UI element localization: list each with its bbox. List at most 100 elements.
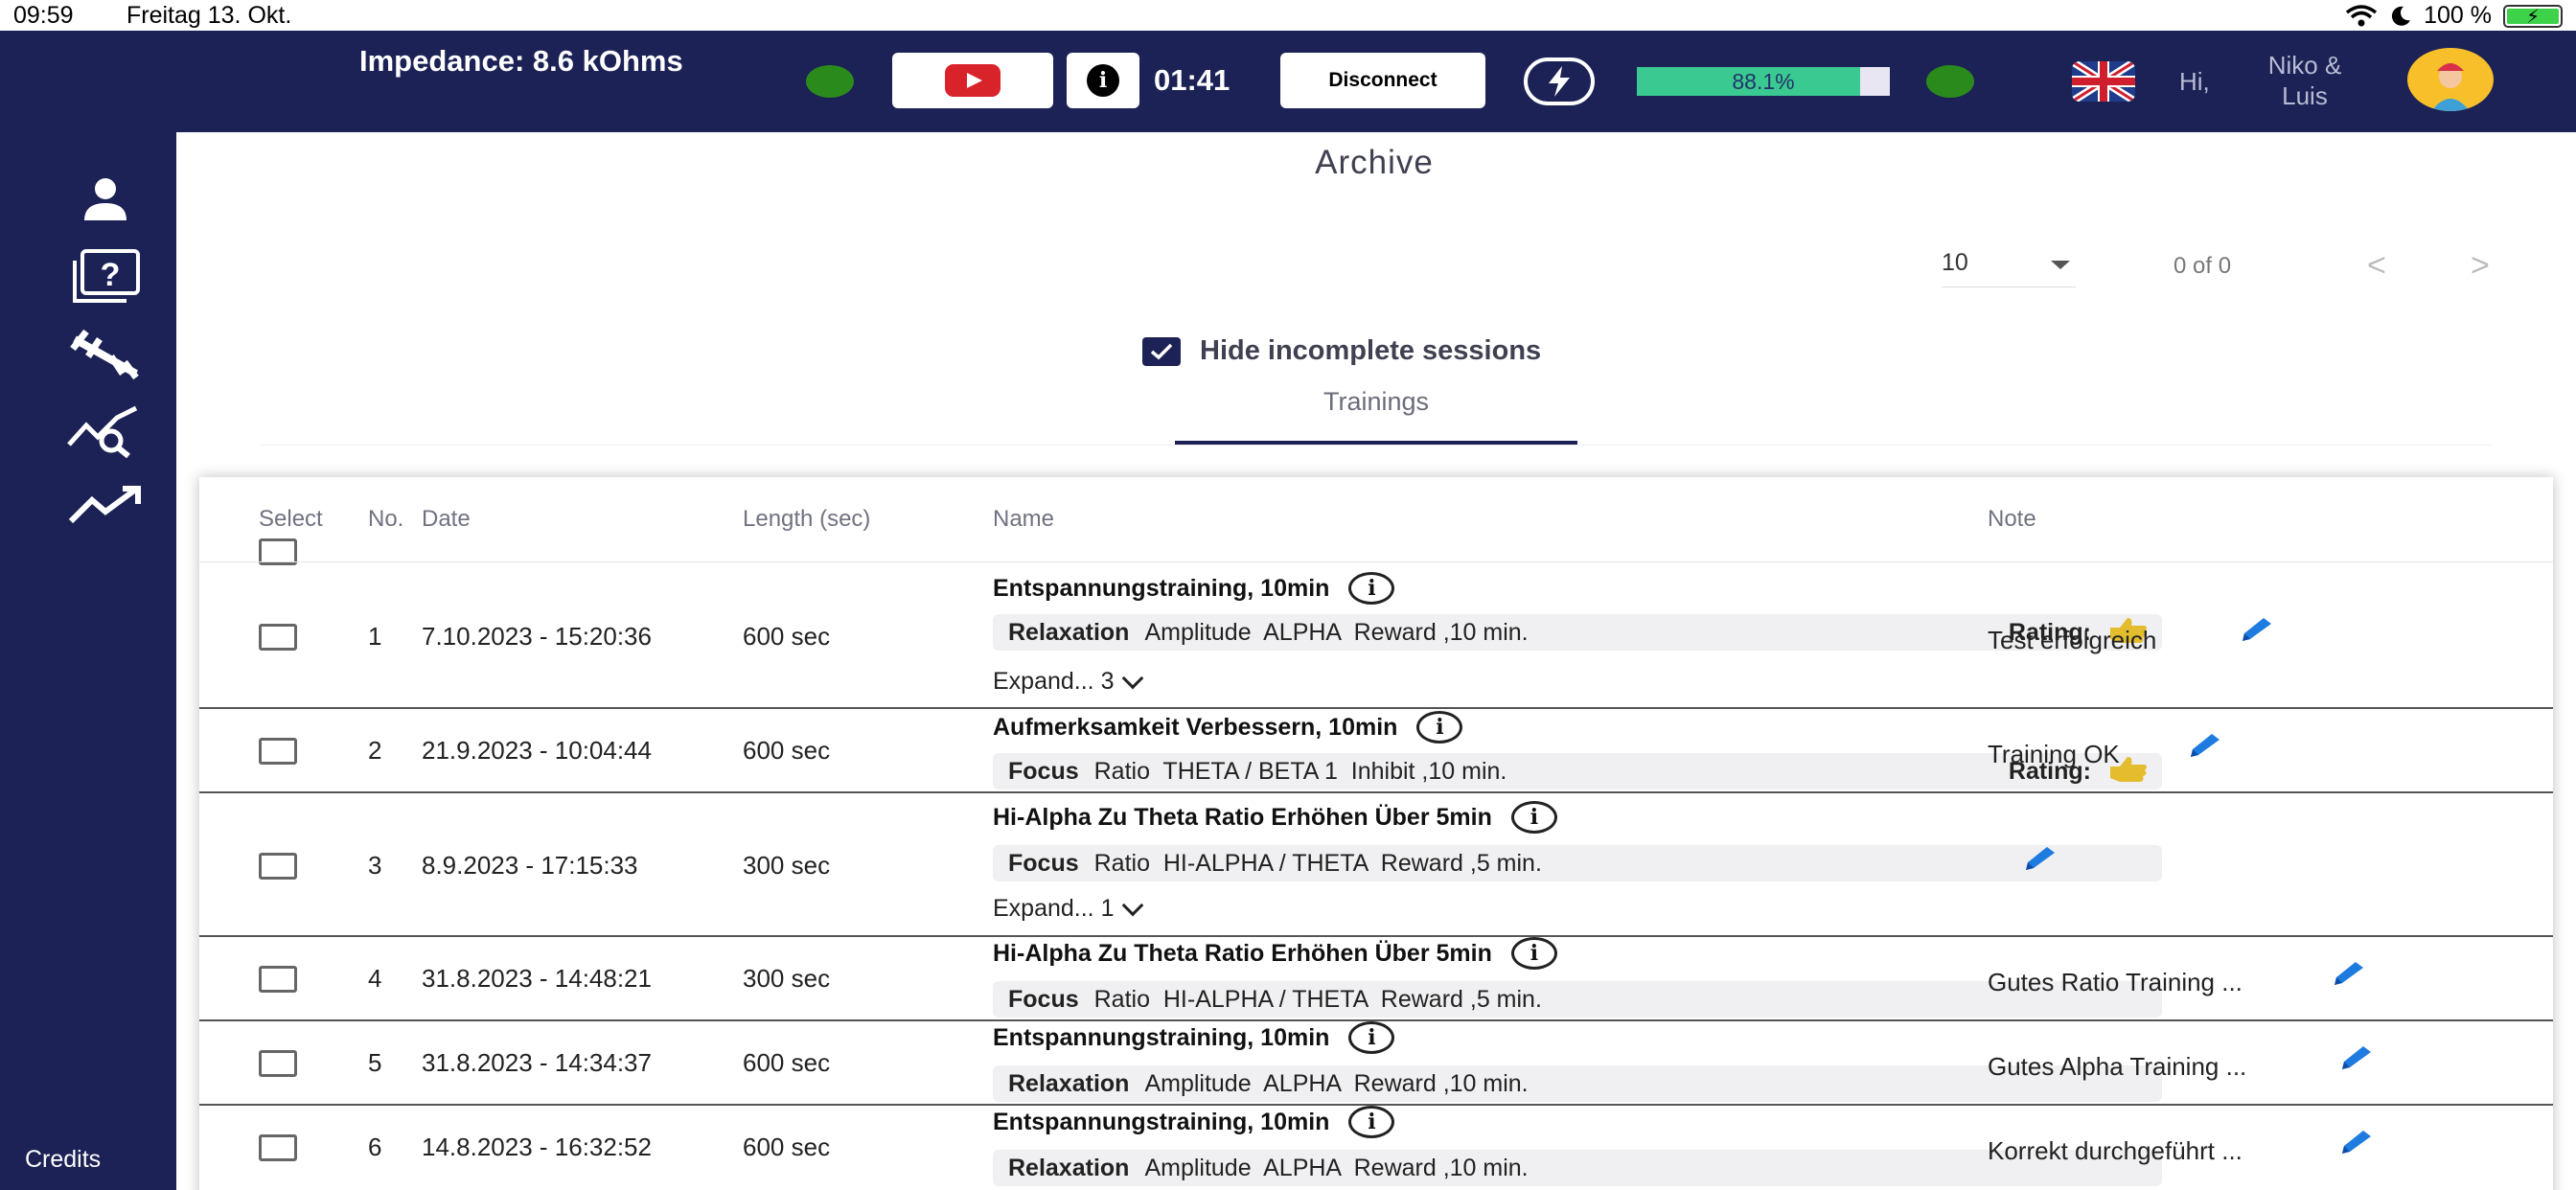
- session-timer: 01:41: [1154, 63, 1230, 97]
- row-note: Training OK: [1988, 740, 2120, 768]
- row-no: 1: [368, 622, 382, 651]
- profile-nav[interactable]: [65, 171, 146, 228]
- row-no: 3: [368, 851, 382, 880]
- protocol-detail: Ratio HI-ALPHA / THETA Reward ,5 min.: [1093, 985, 1542, 1013]
- status-date: Freitag 13. Okt.: [126, 2, 292, 29]
- row-checkbox[interactable]: [259, 966, 297, 993]
- row-checkbox[interactable]: [259, 853, 297, 880]
- info-icon[interactable]: i: [1348, 572, 1395, 605]
- avatar[interactable]: [2407, 48, 2494, 111]
- check-icon: [1150, 343, 1173, 359]
- analysis-nav[interactable]: [65, 402, 146, 460]
- info-icon: i: [1087, 64, 1119, 97]
- row-date: 21.9.2023 - 10:04:44: [422, 736, 652, 765]
- info-icon[interactable]: i: [1510, 937, 1557, 970]
- table-row[interactable]: 1 7.10.2023 - 15:20:36 600 sec Entspannu…: [199, 561, 2553, 707]
- next-page-button[interactable]: >: [2471, 247, 2490, 285]
- info-icon[interactable]: i: [1348, 1106, 1395, 1138]
- progress-label: 88.1%: [1732, 69, 1795, 94]
- greeting: Hi,: [2179, 67, 2210, 96]
- row-name-label: Entspannungstraining, 10min: [993, 1108, 1330, 1135]
- table-row[interactable]: 3 8.9.2023 - 17:15:33 300 sec Hi-Alpha Z…: [199, 791, 2553, 935]
- table-row[interactable]: 2 21.9.2023 - 10:04:44 600 sec Aufmerksa…: [199, 707, 2553, 791]
- row-checkbox[interactable]: [259, 624, 297, 651]
- quiz-icon: ?: [73, 249, 140, 303]
- training-nav[interactable]: [65, 326, 146, 383]
- row-checkbox[interactable]: [259, 738, 297, 765]
- header-select: Select: [259, 506, 323, 565]
- uk-flag-icon[interactable]: [2072, 61, 2135, 102]
- edit-note-icon[interactable]: [2338, 1129, 2373, 1157]
- row-name: Hi-Alpha Zu Theta Ratio Erhöhen Über 5mi…: [993, 937, 1557, 970]
- protocol-chip: Relaxation Amplitude ALPHA Reward ,10 min…: [993, 1150, 2162, 1186]
- info-button[interactable]: i: [1067, 53, 1139, 108]
- credits-link[interactable]: Credits: [25, 1146, 101, 1174]
- row-checkbox[interactable]: [259, 1134, 297, 1161]
- row-name-label: Aufmerksamkeit Verbessern, 10min: [993, 713, 1398, 741]
- hide-incomplete-toggle[interactable]: Hide incomplete sessions: [1142, 335, 1541, 367]
- status-right: 100 % ⚡: [2345, 2, 2563, 30]
- edit-note-icon[interactable]: [2022, 845, 2057, 874]
- row-name: Hi-Alpha Zu Theta Ratio Erhöhen Über 5mi…: [993, 801, 1557, 834]
- tab-divider: [261, 445, 2492, 446]
- youtube-icon: [945, 64, 1000, 97]
- expand-label: Expand... 1: [993, 895, 1115, 922]
- protocol-type: Focus: [1008, 757, 1079, 785]
- header-length: Length (sec): [743, 506, 871, 532]
- protocol-type: Focus: [1008, 985, 1079, 1013]
- prev-page-button[interactable]: <: [2367, 247, 2386, 285]
- expand-toggle[interactable]: Expand... 3: [993, 667, 1144, 696]
- protocol-type: Focus: [1008, 849, 1079, 877]
- row-note: Test erfolgreich: [1988, 626, 2157, 654]
- sessions-table: Select No. Date Length (sec) Name Note 1…: [199, 477, 2553, 1190]
- info-icon[interactable]: i: [1348, 1021, 1395, 1054]
- protocol-chip: Relaxation Amplitude ALPHA Reward ,10 min…: [993, 1065, 2162, 1102]
- row-note: Gutes Ratio Training ...: [1988, 968, 2242, 996]
- edit-note-icon[interactable]: [2331, 960, 2365, 989]
- quiz-nav[interactable]: ?: [65, 247, 146, 305]
- edit-note-icon[interactable]: [2338, 1044, 2373, 1073]
- protocol-chip: Focus Ratio HI-ALPHA / THETA Reward ,5 mi…: [993, 845, 2162, 881]
- table-row[interactable]: 6 14.8.2023 - 16:32:52 600 sec Entspannu…: [199, 1104, 2553, 1190]
- edit-note-icon[interactable]: [2187, 732, 2221, 761]
- page-title: Archive: [1315, 144, 1434, 181]
- trend-nav[interactable]: [65, 477, 146, 535]
- battery-icon: ⚡: [2503, 4, 2563, 28]
- battery-percent: 100 %: [2424, 2, 2492, 29]
- header-name: Name: [993, 506, 1055, 532]
- edit-note-icon[interactable]: [2239, 616, 2273, 645]
- tab-trainings[interactable]: Trainings: [1175, 387, 1577, 445]
- info-icon[interactable]: i: [1416, 711, 1463, 744]
- protocol-chip: Focus Ratio HI-ALPHA / THETA Reward ,5 mi…: [993, 981, 2162, 1018]
- expand-toggle[interactable]: Expand... 1: [993, 894, 1144, 923]
- row-date: 31.8.2023 - 14:48:21: [422, 964, 652, 993]
- protocol-detail: Ratio THETA / BETA 1 Inhibit ,10 min.: [1093, 757, 1507, 785]
- header-note: Note: [1988, 506, 2036, 532]
- hide-incomplete-checkbox[interactable]: [1142, 336, 1181, 366]
- row-length: 300 sec: [743, 964, 831, 993]
- analysis-icon: [67, 405, 138, 458]
- info-icon[interactable]: i: [1510, 801, 1557, 834]
- row-checkbox[interactable]: [259, 1050, 297, 1077]
- protocol-chip: Relaxation Amplitude ALPHA Reward ,10 min…: [993, 614, 2162, 651]
- battery-progress-bar: 88.1%: [1637, 67, 1890, 96]
- hide-incomplete-label: Hide incomplete sessions: [1200, 335, 1542, 366]
- page-size-value: 10: [1942, 249, 1968, 276]
- row-length: 300 sec: [743, 851, 831, 880]
- row-name-label: Entspannungstraining, 10min: [993, 1023, 1330, 1051]
- chevron-down-icon: [1122, 894, 1144, 916]
- page-size-select[interactable]: 10: [1942, 249, 2076, 287]
- person-icon: [84, 178, 126, 220]
- table-row[interactable]: 5 31.8.2023 - 14:34:37 600 sec Entspannu…: [199, 1019, 2553, 1104]
- impedance-readout: Impedance: 8.6 kOhms: [359, 44, 683, 78]
- video-button[interactable]: [892, 53, 1053, 108]
- system-status-bar: 09:59 Freitag 13. Okt. 100 % ⚡: [0, 0, 2576, 31]
- header-date: Date: [422, 506, 471, 532]
- lightning-icon[interactable]: [1524, 57, 1595, 105]
- disconnect-button[interactable]: Disconnect: [1280, 53, 1485, 108]
- protocol-detail: Ratio HI-ALPHA / THETA Reward ,5 min.: [1093, 849, 1542, 877]
- sidebar: ? Credits: [0, 132, 176, 1190]
- table-row[interactable]: 4 31.8.2023 - 14:48:21 300 sec Hi-Alpha …: [199, 935, 2553, 1019]
- svg-text:?: ?: [101, 257, 121, 293]
- protocol-type: Relaxation: [1008, 1154, 1130, 1181]
